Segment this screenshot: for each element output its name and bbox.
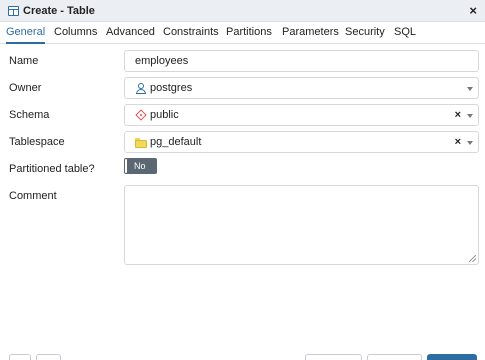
name-label: Name (9, 55, 39, 67)
schema-value: public (150, 109, 179, 121)
dialog-footer (0, 345, 485, 360)
tablespace-select[interactable]: pg_default × (124, 131, 479, 153)
partitioned-label: Partitioned table? (9, 163, 95, 175)
clear-icon[interactable]: × (455, 109, 461, 121)
name-input[interactable]: employees (124, 50, 479, 72)
chevron-down-icon[interactable] (467, 114, 473, 118)
table-icon (8, 5, 19, 16)
help-button[interactable] (36, 354, 61, 360)
save-button[interactable] (427, 354, 477, 360)
schema-label: Schema (9, 109, 50, 121)
close-icon[interactable]: × (469, 3, 477, 19)
tab-constraints[interactable]: Constraints (163, 22, 219, 44)
tab-parameters[interactable]: Parameters (282, 22, 339, 44)
name-value: employees (135, 55, 189, 67)
tablespace-value: pg_default (150, 136, 202, 148)
user-icon (135, 82, 147, 94)
chevron-down-icon[interactable] (467, 87, 473, 91)
tab-partitions[interactable]: Partitions (226, 22, 272, 44)
dialog-titlebar: Create - Table × (0, 0, 485, 22)
tab-sql[interactable]: SQL (394, 22, 416, 44)
tab-general[interactable]: General (6, 22, 46, 44)
schema-select[interactable]: public × (124, 104, 479, 126)
owner-label: Owner (9, 82, 42, 94)
tab-columns[interactable]: Columns (54, 22, 97, 44)
comment-label: Comment (9, 190, 57, 202)
folder-icon (135, 137, 147, 148)
info-button[interactable] (9, 354, 31, 360)
owner-value: postgres (150, 82, 193, 94)
dialog-title: Create - Table (23, 4, 95, 17)
tab-advanced[interactable]: Advanced (106, 22, 155, 44)
tablespace-label: Tablespace (9, 136, 65, 148)
comment-textarea[interactable] (124, 185, 479, 265)
chevron-down-icon[interactable] (467, 141, 473, 145)
partitioned-value: No (134, 161, 146, 171)
partitioned-toggle[interactable]: No (124, 158, 157, 174)
owner-select[interactable]: postgres (124, 77, 479, 99)
form-body: Name employees Owner postgres Schema pub… (0, 45, 485, 345)
schema-icon (135, 108, 147, 121)
reset-button[interactable] (367, 354, 422, 360)
clear-icon[interactable]: × (455, 136, 461, 148)
resize-grip-icon[interactable] (469, 255, 476, 262)
tab-bar: General Columns Advanced Constraints Par… (0, 22, 485, 44)
close-button[interactable] (305, 354, 362, 360)
tab-security[interactable]: Security (345, 22, 385, 44)
